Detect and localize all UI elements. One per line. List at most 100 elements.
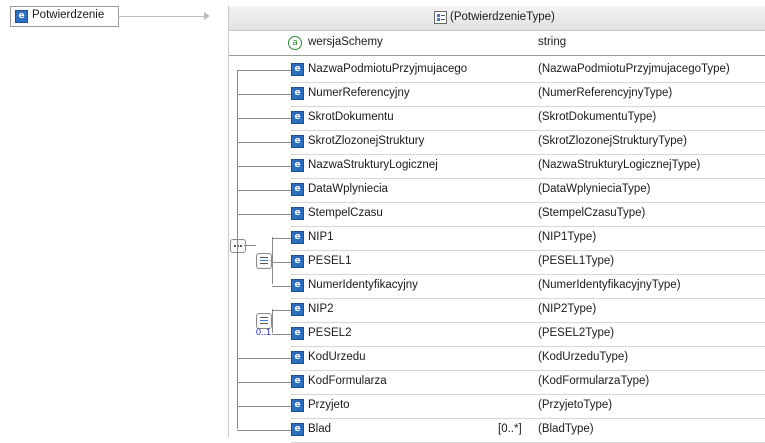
element-icon: e (291, 327, 304, 340)
type-header: (PotwierdzenieType) (228, 6, 765, 31)
element-row[interactable]: e NIP2 (NIP2Type) (291, 298, 765, 322)
element-type: (KodUrzeduType) (538, 351, 629, 363)
element-name: NIP2 (308, 303, 334, 315)
element-row[interactable]: e NIP1 (NIP1Type) (291, 226, 765, 250)
element-type: (PrzyjetoType) (538, 399, 613, 411)
element-icon: e (291, 111, 304, 124)
type-header-label: (PotwierdzenieType) (450, 11, 555, 23)
element-connector (272, 310, 291, 311)
element-row[interactable]: e PESEL2 (PESEL2Type) (291, 322, 765, 346)
element-icon: e (291, 63, 304, 76)
element-row[interactable]: e DataWplyniecia (DataWplynieciaType) (291, 178, 765, 202)
element-name: StempelCzasu (308, 207, 383, 219)
complex-type-icon (434, 11, 447, 24)
choice1-stub (270, 260, 272, 261)
element-icon: e (15, 10, 28, 23)
element-name: NazwaPodmiotuPrzyjmujacego (308, 63, 468, 75)
attribute-row[interactable]: a wersjaSchemy string (228, 31, 765, 55)
sequence-trunk (237, 70, 238, 429)
element-row[interactable]: e Przyjeto (PrzyjetoType) (291, 394, 765, 418)
root-element-name: Potwierdzenie (32, 9, 105, 21)
element-row[interactable]: e NumerReferencyjny (NumerReferencyjnyType… (291, 82, 765, 106)
element-name: SkrotZlozonejStruktury (308, 135, 425, 147)
element-type: (PESEL1Type) (538, 255, 615, 267)
element-connector (272, 262, 291, 263)
element-connector (237, 166, 291, 167)
element-row[interactable]: e Blad [0..*] (BladType) (291, 418, 765, 442)
element-icon: e (291, 135, 304, 148)
element-row[interactable]: e KodUrzedu (KodUrzeduType) (291, 346, 765, 370)
root-connector (118, 16, 206, 17)
element-name: Przyjeto (308, 399, 350, 411)
element-name: KodUrzedu (308, 351, 366, 363)
element-name: PESEL1 (308, 255, 352, 267)
element-icon: e (291, 207, 304, 220)
root-element-box[interactable]: e Potwierdzenie (10, 6, 119, 27)
element-connector (237, 406, 291, 407)
element-name: KodFormularza (308, 375, 387, 387)
element-connector (237, 70, 291, 71)
element-connector (237, 94, 291, 95)
element-type: (KodFormularzaType) (538, 375, 650, 387)
element-connector (237, 214, 291, 215)
element-row[interactable]: e NazwaPodmiotuPrzyjmujacego (NazwaPodmiot… (291, 58, 765, 82)
element-type: (StempelCzasuType) (538, 207, 646, 219)
element-icon: e (291, 279, 304, 292)
attribute-icon: a (288, 36, 302, 50)
type-box-border (228, 30, 229, 437)
element-row[interactable]: e SkrotZlozonejStruktury (SkrotZlozonejStr… (291, 130, 765, 154)
element-icon: e (291, 231, 304, 244)
sequence-icon[interactable] (230, 239, 246, 253)
element-row[interactable]: e StempelCzasu (StempelCzasuType) (291, 202, 765, 226)
element-type: (NazwaStrukturyLogicznejType) (538, 159, 701, 171)
element-type: (SkrotZlozonejStrukturyType) (538, 135, 687, 147)
element-name: NumerIdentyfikacyjny (308, 279, 418, 291)
connector-arrow-icon (204, 12, 210, 20)
element-connector (272, 286, 291, 287)
element-row[interactable]: e SkrotDokumentu (SkrotDokumentuType) (291, 106, 765, 130)
attribute-separator (228, 55, 765, 56)
element-name: PESEL2 (308, 327, 352, 339)
element-name: NumerReferencyjny (308, 87, 410, 99)
element-icon: e (291, 375, 304, 388)
element-icon: e (291, 303, 304, 316)
element-type: (DataWplynieciaType) (538, 183, 651, 195)
element-connector (237, 382, 291, 383)
element-type: (NIP1Type) (538, 231, 597, 243)
element-row[interactable]: e PESEL1 (PESEL1Type) (291, 250, 765, 274)
element-connector (272, 334, 291, 335)
element-connector (237, 118, 291, 119)
element-connector (272, 238, 291, 239)
element-occurrence: [0..*] (498, 423, 522, 435)
choice-icon[interactable] (256, 253, 272, 269)
element-name: Blad (308, 423, 332, 435)
element-connector (237, 190, 291, 191)
element-type: (NIP2Type) (538, 303, 597, 315)
element-row[interactable]: e KodFormularza (KodFormularzaType) (291, 370, 765, 394)
attribute-type: string (538, 36, 567, 48)
element-type: (NazwaPodmiotuPrzyjmujacegoType) (538, 63, 730, 75)
element-icon: e (291, 399, 304, 412)
choice-occurrence: 0..1 (256, 327, 272, 337)
element-connector (237, 142, 291, 143)
choice2-trunk (272, 309, 273, 333)
element-type: (SkrotDokumentuType) (538, 111, 657, 123)
element-name: NIP1 (308, 231, 334, 243)
element-icon: e (291, 87, 304, 100)
element-row[interactable]: e NumerIdentyfikacyjny (NumerIdentyfikacyj… (291, 274, 765, 298)
choice1-trunk (272, 237, 273, 284)
element-name: DataWplyniecia (308, 183, 388, 195)
element-icon: e (291, 255, 304, 268)
element-connector (237, 430, 291, 431)
element-row[interactable]: e NazwaStrukturyLogicznej (NazwaStrukturyL… (291, 154, 765, 178)
element-type: (NumerReferencyjnyType) (538, 87, 673, 99)
element-name: NazwaStrukturyLogicznej (308, 159, 438, 171)
element-connector (237, 358, 291, 359)
element-type: (PESEL2Type) (538, 327, 615, 339)
element-name: SkrotDokumentu (308, 111, 394, 123)
element-icon: e (291, 183, 304, 196)
element-icon: e (291, 351, 304, 364)
element-icon: e (291, 423, 304, 436)
attribute-name: wersjaSchemy (308, 36, 383, 48)
element-icon: e (291, 159, 304, 172)
